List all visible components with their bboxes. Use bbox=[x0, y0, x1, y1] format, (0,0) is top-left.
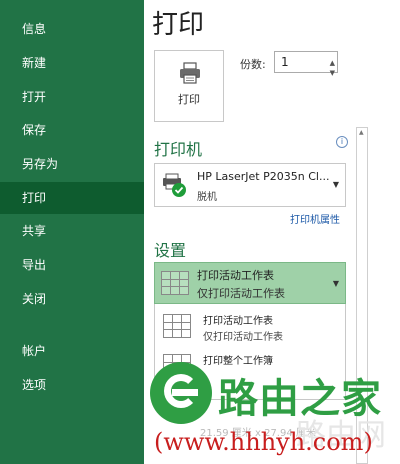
sidebar-item-open[interactable]: 打开 bbox=[0, 82, 144, 112]
sidebar-item-export[interactable]: 导出 bbox=[0, 250, 144, 280]
chevron-down-icon[interactable]: ▼ bbox=[333, 180, 339, 189]
watermark-brand-text: 路由之家 bbox=[218, 376, 382, 422]
option-title: 打印活动工作表 bbox=[203, 316, 273, 327]
backstage-sidebar: 信息 新建 打开 保存 另存为 打印 共享 导出 关闭 帐户 选项 bbox=[0, 0, 144, 464]
sidebar-item-save[interactable]: 保存 bbox=[0, 115, 144, 145]
printer-name: HP LaserJet P2035n Cl... bbox=[197, 170, 330, 183]
option-title: 打印整个工作簿 bbox=[203, 356, 273, 367]
worksheet-icon bbox=[161, 271, 189, 295]
chevron-down-icon[interactable]: ▼ bbox=[333, 279, 339, 288]
printer-offline-icon bbox=[163, 173, 186, 197]
print-button-label: 打印 bbox=[178, 93, 200, 106]
copies-input[interactable]: 1 ▲ ▼ bbox=[274, 51, 338, 77]
printer-status: 脱机 bbox=[197, 192, 217, 203]
printer-icon bbox=[180, 62, 200, 84]
page-title: 打印 bbox=[152, 10, 205, 40]
scroll-up-icon[interactable]: ▲ bbox=[359, 129, 364, 136]
sidebar-item-options[interactable]: 选项 bbox=[0, 370, 144, 400]
sidebar-item-close[interactable]: 关闭 bbox=[0, 284, 144, 314]
watermark-logo bbox=[150, 362, 212, 424]
info-icon[interactable]: i bbox=[336, 136, 348, 148]
sidebar-item-print[interactable]: 打印 bbox=[0, 182, 144, 214]
sidebar-item-info[interactable]: 信息 bbox=[0, 14, 144, 44]
copies-label: 份数: bbox=[240, 58, 266, 71]
print-button[interactable]: 打印 bbox=[154, 50, 224, 122]
watermark-url-text: (www.hhhyh.com) bbox=[154, 428, 373, 456]
option-subtitle: 仅打印活动工作表 bbox=[203, 332, 283, 343]
sidebar-item-share[interactable]: 共享 bbox=[0, 216, 144, 246]
sidebar-item-save-as[interactable]: 另存为 bbox=[0, 149, 144, 179]
sidebar-item-new[interactable]: 新建 bbox=[0, 48, 144, 78]
settings-section-title: 设置 bbox=[154, 241, 187, 260]
print-what-title: 打印活动工作表 bbox=[197, 269, 274, 282]
sidebar-item-account[interactable]: 帐户 bbox=[0, 336, 144, 366]
worksheet-icon bbox=[163, 314, 191, 338]
spin-down-icon[interactable]: ▼ bbox=[330, 63, 335, 83]
printer-properties-link[interactable]: 打印机属性 bbox=[290, 211, 340, 226]
print-what-select[interactable]: 打印活动工作表 仅打印活动工作表 ▼ bbox=[154, 262, 346, 304]
printer-select[interactable]: HP LaserJet P2035n Cl... 脱机 ▼ bbox=[154, 163, 346, 207]
copies-value: 1 bbox=[281, 55, 289, 69]
printer-section-title: 打印机 bbox=[154, 140, 203, 159]
option-print-active-sheets[interactable]: 打印活动工作表 仅打印活动工作表 bbox=[155, 306, 345, 346]
print-what-subtitle: 仅打印活动工作表 bbox=[197, 287, 285, 300]
